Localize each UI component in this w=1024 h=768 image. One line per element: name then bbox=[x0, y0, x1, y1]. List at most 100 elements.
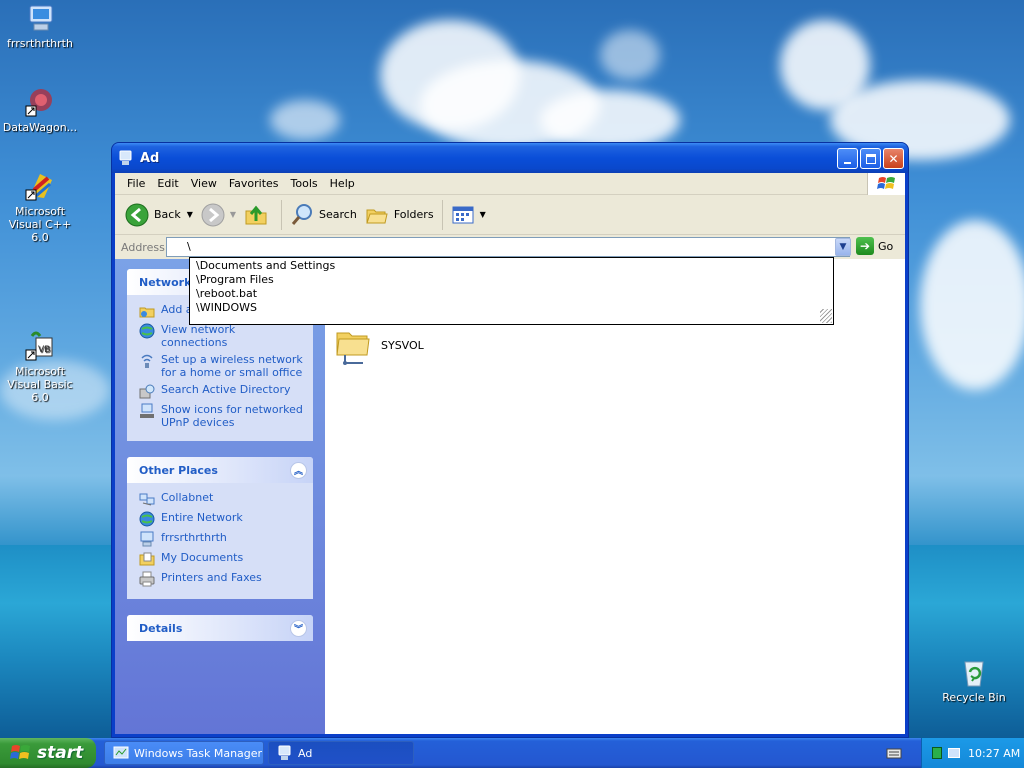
autocomplete-item[interactable]: \WINDOWS bbox=[190, 301, 833, 315]
task-pane: Network Add a View network connections S… bbox=[115, 259, 325, 734]
task-setup-wireless[interactable]: Set up a wireless network for a home or … bbox=[139, 353, 303, 379]
desktop-icon-visual-basic[interactable]: VB Microsoft Visual Basic 6.0 bbox=[0, 330, 80, 404]
computer-icon bbox=[24, 2, 56, 34]
autocomplete-item[interactable]: \reboot.bat bbox=[190, 287, 833, 301]
globe-icon bbox=[139, 511, 155, 527]
folder-item[interactable]: SYSVOL bbox=[335, 325, 424, 365]
toolbar-separator bbox=[281, 199, 283, 230]
place-entire-network[interactable]: Entire Network bbox=[139, 511, 303, 527]
shared-folder-icon bbox=[335, 325, 371, 365]
back-arrow-icon bbox=[125, 203, 149, 227]
maximize-icon bbox=[865, 153, 876, 164]
place-frrsrthrthrth[interactable]: frrsrthrthrth bbox=[139, 531, 303, 547]
tray-monitor-icon[interactable] bbox=[948, 748, 960, 758]
address-autocomplete-list: \Documents and Settings \Program Files \… bbox=[189, 257, 834, 325]
search-button[interactable]: Search bbox=[286, 199, 361, 231]
views-button[interactable]: ▼ bbox=[447, 199, 490, 231]
start-button[interactable]: start bbox=[0, 738, 96, 768]
clock[interactable]: 10:27 AM bbox=[968, 747, 1020, 760]
desktop-icon-label: Microsoft Visual Basic 6.0 bbox=[7, 365, 73, 404]
printer-icon bbox=[139, 571, 155, 587]
back-button[interactable]: Back ▼ bbox=[121, 199, 197, 231]
search-label: Search bbox=[319, 208, 357, 221]
folders-button[interactable]: Folders bbox=[361, 199, 438, 231]
other-places-header[interactable]: Other Places ︽ bbox=[127, 457, 313, 483]
start-label: start bbox=[37, 743, 84, 763]
search-directory-icon bbox=[139, 383, 155, 399]
close-button[interactable]: ✕ bbox=[883, 148, 904, 169]
window-title: Ad bbox=[140, 150, 160, 166]
desktop-icon-label: DataWagon... bbox=[2, 121, 78, 134]
close-icon: ✕ bbox=[888, 151, 899, 166]
chevron-down-icon[interactable]: ▼ bbox=[187, 210, 193, 219]
autocomplete-item[interactable]: \Program Files bbox=[190, 273, 833, 287]
taskbar: start Windows Task Manager Ad 10:27 AM bbox=[0, 738, 1024, 768]
up-folder-icon bbox=[244, 203, 268, 227]
up-folder-button[interactable] bbox=[240, 199, 277, 231]
expand-button[interactable]: ︾ bbox=[290, 620, 307, 637]
chevron-down-icon: ︾ bbox=[293, 625, 303, 635]
tray-status-icon[interactable] bbox=[932, 747, 942, 759]
task-label: View network connections bbox=[161, 323, 236, 349]
collapse-button[interactable]: ︽ bbox=[290, 462, 307, 479]
folders-label: Folders bbox=[393, 208, 434, 221]
place-label: Entire Network bbox=[161, 511, 243, 524]
taskbar-item-task-manager[interactable]: Windows Task Manager bbox=[104, 741, 264, 765]
address-label: Address bbox=[121, 240, 165, 254]
title-bar[interactable]: Ad ✕ bbox=[112, 143, 908, 173]
go-arrow-icon: ➔ bbox=[856, 237, 874, 255]
menu-favorites[interactable]: Favorites bbox=[223, 177, 285, 190]
group-title: Other Places bbox=[139, 463, 218, 477]
taskbar-item-label: Windows Task Manager bbox=[134, 746, 263, 760]
desktop-icon-visual-cpp[interactable]: Microsoft Visual C++ 6.0 bbox=[0, 170, 80, 244]
place-collabnet[interactable]: Collabnet bbox=[139, 491, 303, 507]
computer-icon bbox=[277, 745, 293, 761]
taskbar-item-label: Ad bbox=[298, 746, 313, 760]
task-search-active-directory[interactable]: Search Active Directory bbox=[139, 383, 303, 399]
menu-file[interactable]: File bbox=[121, 177, 151, 190]
menu-help[interactable]: Help bbox=[324, 177, 361, 190]
go-button[interactable]: ➔ Go bbox=[856, 237, 893, 255]
minimize-button[interactable] bbox=[837, 148, 858, 169]
chevron-up-icon: ︽ bbox=[293, 467, 303, 477]
keyboard-icon[interactable] bbox=[886, 746, 902, 760]
datawagon-icon bbox=[24, 86, 56, 118]
windows-logo-icon bbox=[10, 743, 32, 763]
visual-cpp-icon bbox=[24, 170, 56, 202]
computer-icon bbox=[118, 150, 134, 166]
task-show-upnp-icons[interactable]: Show icons for networked UPnP devices bbox=[139, 403, 303, 429]
taskbar-item-ad[interactable]: Ad bbox=[268, 741, 414, 765]
place-label: My Documents bbox=[161, 551, 244, 564]
maximize-button[interactable] bbox=[860, 148, 881, 169]
chevron-down-icon: ▼ bbox=[839, 242, 847, 252]
autocomplete-item[interactable]: \Documents and Settings bbox=[190, 259, 833, 273]
wireless-icon bbox=[139, 353, 155, 369]
menu-edit[interactable]: Edit bbox=[151, 177, 184, 190]
address-input[interactable]: \ bbox=[166, 237, 850, 257]
address-dropdown-button[interactable]: ▼ bbox=[835, 238, 851, 256]
group-title: Details bbox=[139, 621, 183, 635]
task-view-network-connections[interactable]: View network connections bbox=[139, 323, 303, 349]
views-icon bbox=[451, 203, 475, 227]
desktop-icon-recycle-bin[interactable]: Recycle Bin bbox=[934, 656, 1014, 704]
place-my-documents[interactable]: My Documents bbox=[139, 551, 303, 567]
chevron-down-icon[interactable]: ▼ bbox=[480, 210, 486, 219]
recycle-bin-icon bbox=[958, 656, 990, 688]
menu-tools[interactable]: Tools bbox=[285, 177, 324, 190]
place-printers-and-faxes[interactable]: Printers and Faxes bbox=[139, 571, 303, 587]
network-computers-icon bbox=[139, 491, 155, 507]
resize-grip-icon[interactable] bbox=[820, 309, 832, 323]
desktop-icon-frrsrthrthrth[interactable]: frrsrthrthrth bbox=[0, 2, 80, 50]
forward-button[interactable]: ▼ bbox=[197, 199, 240, 231]
network-device-icon bbox=[139, 403, 155, 419]
toolbar-separator bbox=[441, 199, 443, 230]
explorer-window: Ad ✕ File Edit View Favorites Tools Help… bbox=[111, 142, 909, 738]
chevron-down-icon[interactable]: ▼ bbox=[230, 210, 236, 219]
search-icon bbox=[290, 203, 314, 227]
desktop-icon-datawagon[interactable]: DataWagon... bbox=[0, 86, 80, 134]
menu-view[interactable]: View bbox=[185, 177, 223, 190]
minimize-icon bbox=[844, 161, 851, 164]
folders-icon bbox=[365, 203, 389, 227]
forward-arrow-icon bbox=[201, 203, 225, 227]
details-header[interactable]: Details ︾ bbox=[127, 615, 313, 641]
